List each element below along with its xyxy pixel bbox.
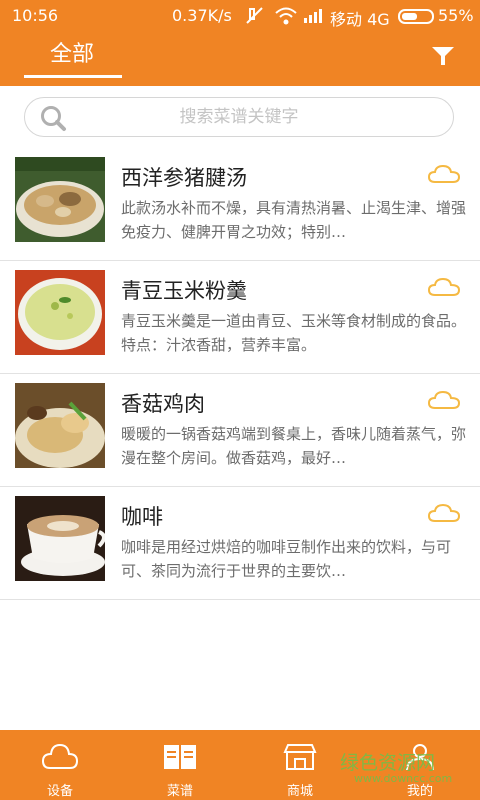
recipe-description: 咖啡是用经过烘焙的咖啡豆制作出来的饮料，与可可、茶同为流行于世界的主要饮… [121, 538, 452, 580]
list-item[interactable]: 咖啡 咖啡是用经过烘焙的咖啡豆制作出来的饮料，与可可、茶同为流行于世界的主要饮… [0, 487, 480, 600]
nav-label: 设备 [46, 784, 73, 799]
status-bar: 10:56 0.37K/s 移动 4G 55% [0, 0, 480, 32]
recipe-title: 咖啡 [121, 505, 163, 529]
recipe-list: 西洋参猪腱汤 此款汤水补而不燥，具有清热消暑、止渴生津、增强免疫力、健脾开胃之功… [0, 148, 480, 600]
status-time: 10:56 [12, 6, 59, 25]
recipe-description: 青豆玉米羹是一道由青豆、玉米等食材制成的食品。特点：汁浓香甜，营养丰富。 [121, 312, 466, 354]
nav-label: 菜谱 [166, 784, 193, 799]
top-bar: 全部 [0, 32, 480, 86]
battery-icon [398, 9, 434, 24]
recipe-thumbnail [15, 496, 105, 581]
cloud-icon [42, 743, 78, 769]
recipe-title: 青豆玉米粉羹 [121, 279, 247, 303]
tab-all[interactable]: 全部 [24, 40, 120, 74]
list-item[interactable]: 西洋参猪腱汤 此款汤水补而不燥，具有清热消暑、止渴生津、增强免疫力、健脾开胃之功… [0, 148, 480, 261]
nav-item-recipes[interactable]: 菜谱 [120, 730, 240, 800]
filter-icon[interactable] [428, 44, 458, 68]
shop-icon [283, 744, 317, 770]
cloud-icon[interactable] [427, 277, 461, 297]
recipe-thumbnail [15, 270, 105, 355]
cloud-icon[interactable] [427, 390, 461, 410]
search-placeholder: 搜索菜谱关键字 [179, 107, 299, 127]
recipe-title: 西洋参猪腱汤 [121, 166, 247, 190]
carrier: 移动 4G [330, 10, 390, 29]
recipe-description: 暖暖的一锅香菇鸡端到餐桌上，香味儿随着蒸气，弥漫在整个房间。做香菇鸡，最好… [121, 425, 466, 467]
recipe-thumbnail [15, 157, 105, 242]
search-input[interactable]: 搜索菜谱关键字 [24, 97, 454, 137]
wifi-icon [274, 5, 298, 31]
recipe-title: 香菇鸡肉 [121, 392, 205, 416]
cloud-icon[interactable] [427, 503, 461, 523]
battery-percent: 55% [438, 6, 474, 25]
network-speed: 0.37K/s [172, 6, 232, 25]
mute-icon [244, 5, 266, 31]
tab-indicator [24, 75, 122, 78]
nav-label: 商城 [286, 784, 313, 799]
recipe-thumbnail [15, 383, 105, 468]
book-icon [164, 745, 196, 769]
nav-item-devices[interactable]: 设备 [0, 730, 120, 800]
watermark-url: www.downcc.com [354, 772, 453, 785]
recipe-description: 此款汤水补而不燥，具有清热消暑、止渴生津、增强免疫力、健脾开胃之功效；特别… [121, 199, 466, 241]
signal-icon [302, 5, 324, 31]
watermark-text: 绿色资源网 [340, 752, 436, 774]
cloud-icon[interactable] [427, 164, 461, 184]
list-item[interactable]: 香菇鸡肉 暖暖的一锅香菇鸡端到餐桌上，香味儿随着蒸气，弥漫在整个房间。做香菇鸡，… [0, 374, 480, 487]
list-item[interactable]: 青豆玉米粉羹 青豆玉米羹是一道由青豆、玉米等食材制成的食品。特点：汁浓香甜，营养… [0, 261, 480, 374]
search-area: 搜索菜谱关键字 [0, 86, 480, 148]
